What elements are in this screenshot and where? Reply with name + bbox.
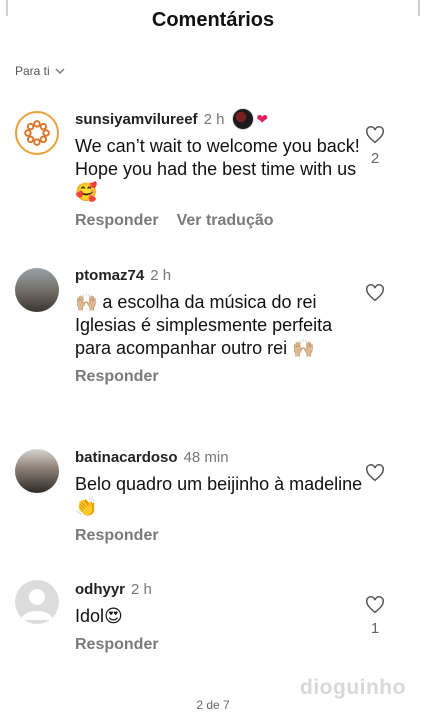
comment-text: We can’t wait to welcome you back! Hope …	[75, 136, 360, 202]
filter-label: Para ti	[15, 64, 50, 78]
heart-outline-icon[interactable]	[365, 596, 385, 614]
creator-liked-badge: ❤	[232, 108, 268, 130]
brand-logo-icon	[20, 116, 54, 150]
like-control: 2	[364, 126, 386, 167]
heart-filled-icon: ❤	[256, 110, 269, 127]
comment-time: 2 h	[203, 110, 225, 128]
watermark: dioguinho	[300, 676, 406, 699]
heart-outline-icon[interactable]	[365, 126, 385, 144]
comment-time: 2 h	[131, 580, 152, 598]
comment-username[interactable]: sunsiyamvilureef	[75, 111, 198, 128]
reply-button[interactable]: Responder	[75, 368, 159, 386]
page-indicator: 2 de 7	[196, 698, 230, 712]
sheet-title: Comentários	[151, 9, 275, 31]
creator-avatar-icon	[232, 108, 255, 130]
comment-username[interactable]: batinacardoso	[75, 449, 178, 466]
heart-outline-icon[interactable]	[365, 464, 385, 482]
like-control	[364, 464, 386, 488]
like-count: 1	[370, 620, 380, 637]
like-control: 1	[364, 596, 386, 637]
avatar[interactable]	[15, 449, 59, 493]
heart-outline-icon[interactable]	[365, 284, 385, 302]
avatar[interactable]	[15, 580, 59, 624]
filter-dropdown[interactable]: Para ti	[15, 64, 66, 78]
avatar[interactable]	[15, 268, 59, 312]
reply-button[interactable]: Responder	[75, 636, 159, 654]
comment-username[interactable]: odhyyr	[75, 581, 125, 598]
avatar[interactable]	[15, 111, 59, 155]
comment-time: 2 h	[150, 266, 172, 284]
comment-text: Belo quadro um beijinho à madeline 👏	[75, 474, 363, 517]
like-count: 2	[370, 150, 380, 167]
comments-sheet: Comentários Para ti sunsiyamvilureef 2 h	[0, 0, 426, 717]
reply-button[interactable]: Responder	[75, 527, 159, 545]
translate-button[interactable]: Ver tradução	[177, 212, 274, 230]
like-control	[364, 284, 386, 308]
chevron-down-icon	[55, 68, 65, 74]
default-avatar-icon	[21, 589, 53, 620]
comment-time: 48 min	[183, 448, 229, 466]
reply-button[interactable]: Responder	[75, 212, 159, 230]
comment-text: 🙌🏼 a escolha da música do rei Iglesias é…	[75, 292, 333, 358]
comment-text: Idol😍	[75, 606, 123, 626]
comment-username[interactable]: ptomaz74	[75, 267, 144, 284]
